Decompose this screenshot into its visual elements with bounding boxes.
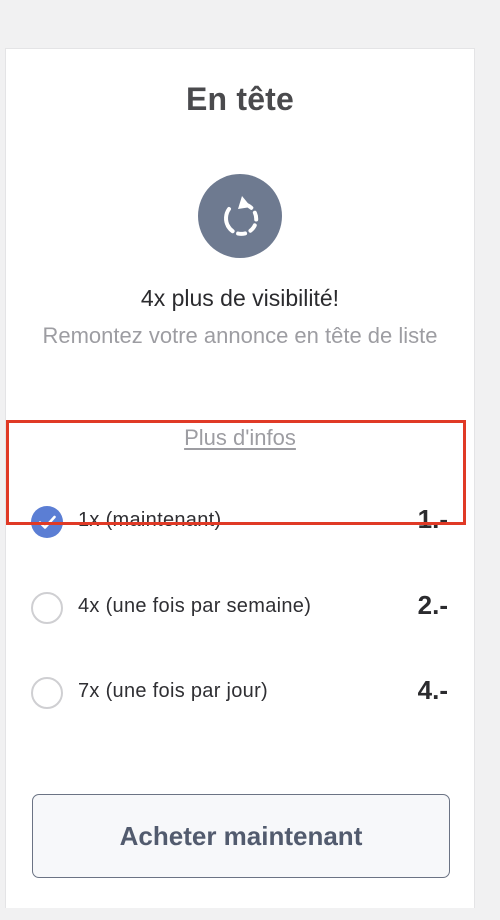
- promotion-card: En tête 4x plus de visibilité! Remontez …: [5, 48, 475, 908]
- option-label: 1x (maintenant): [78, 509, 222, 531]
- option-price: 4.-: [417, 675, 448, 705]
- radio-unchecked-icon[interactable]: [31, 677, 63, 709]
- option-1x-now[interactable]: 1x (maintenant) 1.-: [6, 486, 476, 556]
- option-price: 1.-: [417, 504, 448, 534]
- option-price: 2.-: [417, 590, 448, 620]
- card-title: En tête: [185, 81, 295, 117]
- option-4x-weekly[interactable]: 4x (une fois par semaine) 2.-: [6, 572, 476, 642]
- radio-unchecked-icon[interactable]: [31, 592, 63, 624]
- option-label: 7x (une fois par jour): [78, 680, 269, 702]
- option-label: 4x (une fois par semaine): [78, 595, 312, 617]
- buy-now-button[interactable]: Acheter maintenant: [32, 794, 450, 878]
- option-7x-daily[interactable]: 7x (une fois par jour) 4.-: [6, 657, 476, 727]
- visibility-description: Remontez votre annonce en tête de liste: [42, 323, 438, 348]
- more-info-link[interactable]: Plus d'infos: [6, 425, 474, 451]
- visibility-headline: 4x plus de visibilité!: [140, 285, 340, 311]
- refresh-up-arrow-icon: [198, 174, 282, 258]
- radio-checked-icon[interactable]: [31, 506, 63, 538]
